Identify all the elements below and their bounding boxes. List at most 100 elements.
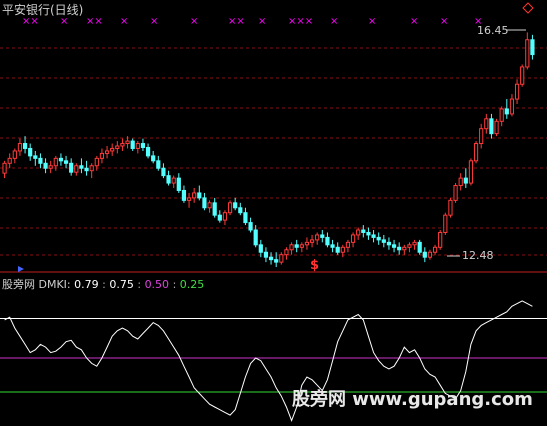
- candle-body: [443, 214, 448, 233]
- candle-body: [315, 234, 320, 241]
- candle-body: [156, 160, 161, 169]
- signal-x-marker: ××: [86, 16, 103, 27]
- candle-body: [166, 175, 171, 184]
- signal-x-marker: ×: [120, 16, 128, 27]
- candle-body: [284, 249, 289, 256]
- dmki-value-1: 0.79: [74, 278, 99, 291]
- chart-canvas[interactable]: ×× × ×× × × × ×× × ××× × × × × ×: [0, 0, 547, 426]
- candle-body: [289, 244, 294, 251]
- candle-body: [422, 251, 427, 258]
- candle-body: [412, 241, 417, 246]
- candle-body: [489, 118, 494, 135]
- candle-body: [115, 145, 120, 149]
- candle-body: [274, 259, 279, 263]
- candle-body: [110, 147, 115, 152]
- separator: :: [172, 278, 177, 291]
- candle-body: [33, 155, 38, 159]
- candle-body: [530, 39, 535, 56]
- period-marker-icon: [18, 266, 24, 272]
- candle-body: [99, 152, 105, 159]
- candle-body: [340, 246, 345, 253]
- candle-body: [94, 157, 99, 167]
- candle-body: [335, 246, 340, 253]
- candle-body: [181, 189, 187, 201]
- dmki-value-2: 0.75: [109, 278, 134, 291]
- candle-body: [7, 157, 12, 164]
- candle-body: [63, 160, 69, 164]
- candle-body: [140, 143, 146, 148]
- chart-title: 平安银行(日线): [2, 3, 84, 17]
- candle-body: [268, 256, 274, 261]
- candle-body: [248, 222, 253, 231]
- candle-body: [207, 202, 212, 209]
- candle-body: [427, 251, 433, 258]
- candle-body: [366, 231, 371, 236]
- buy-signal-glyph: $: [310, 258, 320, 273]
- candle-body: [58, 157, 64, 162]
- candle-body: [69, 162, 74, 173]
- candle-body: [43, 162, 48, 169]
- candle-body: [258, 244, 263, 253]
- candle-body: [171, 177, 176, 184]
- candle-body: [520, 66, 525, 85]
- low-price-label: 12.48: [462, 249, 494, 262]
- signal-x-marker: ×: [410, 16, 418, 27]
- watermark: 股旁网 www.gupang.com: [292, 389, 533, 410]
- candle-body: [304, 241, 310, 246]
- candle-body: [145, 146, 151, 157]
- signal-x-marker: ×: [330, 16, 338, 27]
- candle-body: [202, 197, 207, 209]
- diamond-icon: [522, 2, 534, 14]
- candle-body: [386, 241, 392, 246]
- candle-body: [79, 165, 84, 169]
- candle-body: [320, 234, 325, 238]
- candle-body: [125, 140, 130, 145]
- candle-body: [161, 167, 166, 177]
- candle-body: [176, 177, 181, 191]
- candle-body: [325, 236, 330, 246]
- candle-body: [243, 212, 248, 224]
- candle-body: [74, 165, 79, 173]
- candle-body: [17, 143, 23, 152]
- candle-body: [432, 246, 438, 253]
- candle-body: [53, 157, 58, 167]
- signal-x-marker: ××: [228, 16, 245, 27]
- separator: :: [102, 278, 106, 291]
- candle-body: [48, 165, 53, 169]
- candle-body: [279, 254, 284, 263]
- candle-body: [84, 167, 89, 172]
- candle-body: [299, 244, 304, 248]
- signal-x-marker: ××: [22, 16, 39, 27]
- signal-x-marker: ×: [190, 16, 198, 27]
- candle-body: [417, 241, 422, 253]
- candle-body: [186, 197, 192, 201]
- candle-body: [494, 120, 499, 135]
- candle-body: [504, 108, 509, 115]
- indicator-label: 股旁网 DMKI:: [2, 278, 71, 291]
- candle-body: [12, 150, 17, 159]
- candle-body: [192, 192, 197, 199]
- candle-body: [197, 192, 202, 199]
- candle-body: [263, 251, 269, 258]
- signal-x-marker: ×: [258, 16, 266, 27]
- candle-body: [402, 246, 407, 251]
- candle-body: [473, 143, 479, 162]
- candle-body: [22, 143, 28, 149]
- candle-body: [484, 118, 489, 130]
- candle-body: [345, 241, 351, 248]
- candle-body: [28, 147, 33, 157]
- candle-body: [361, 229, 366, 233]
- candle-body: [397, 246, 402, 251]
- indicator-header: 股旁网 DMKI: 0.79 : 0.75 : 0.50 : 0.25: [2, 276, 204, 292]
- candle-body: [438, 231, 443, 248]
- candle-body: [227, 202, 233, 214]
- dmki-value-3: 0.50: [144, 278, 170, 291]
- candle-body: [217, 214, 222, 221]
- candle-body: [253, 229, 258, 246]
- dmki-value-4: 0.25: [179, 278, 205, 291]
- signal-x-marker: ×: [150, 16, 158, 27]
- candle-body: [468, 160, 474, 184]
- candle-body: [525, 39, 530, 68]
- candle-body: [376, 236, 381, 241]
- candle-body: [479, 128, 484, 145]
